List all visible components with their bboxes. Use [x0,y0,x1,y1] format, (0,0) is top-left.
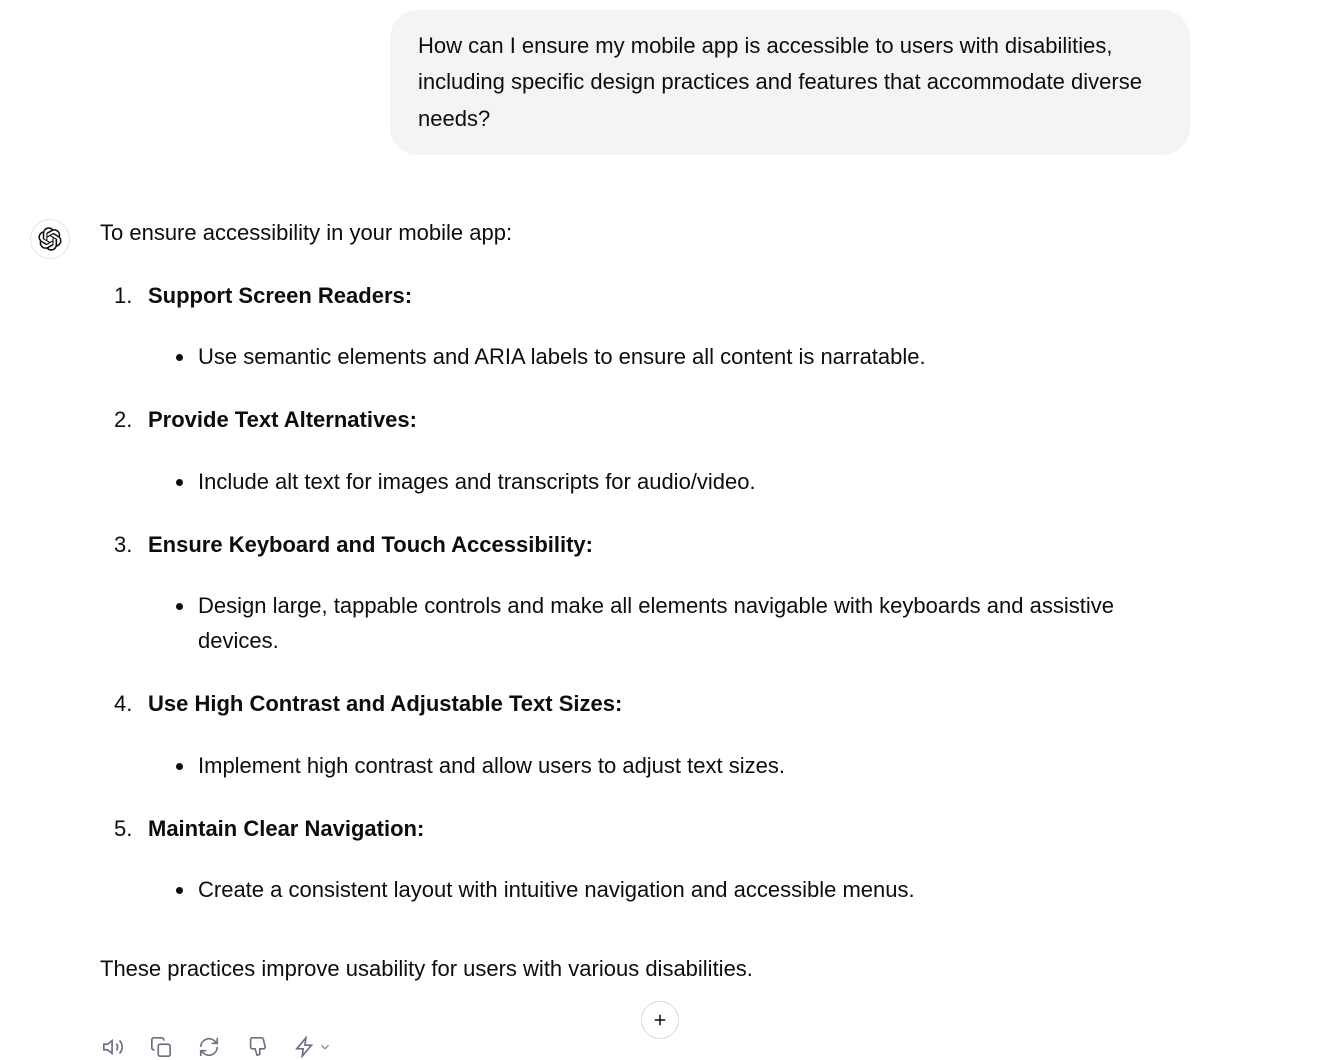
lightning-icon [294,1036,316,1058]
copy-icon [150,1036,172,1058]
model-switch-button[interactable] [292,1034,334,1060]
sub-list: Implement high contrast and allow users … [148,748,1190,783]
read-aloud-button[interactable] [100,1034,126,1060]
sub-list-item: Create a consistent layout with intuitiv… [196,872,1190,907]
assistant-avatar [30,219,70,259]
user-message-row: How can I ensure my mobile app is access… [30,10,1190,155]
assistant-closing-text: These practices improve usability for us… [100,951,1190,986]
sub-list-item: Implement high contrast and allow users … [196,748,1190,783]
sub-list: Include alt text for images and transcri… [148,464,1190,499]
attach-button[interactable] [641,1001,679,1039]
assistant-intro-text: To ensure accessibility in your mobile a… [100,215,1190,250]
user-message-bubble[interactable]: How can I ensure my mobile app is access… [390,10,1190,155]
thumbs-down-icon [246,1036,268,1058]
chatgpt-logo-icon [38,227,62,251]
list-item: Maintain Clear Navigation: Create a cons… [114,811,1190,907]
list-item: Provide Text Alternatives: Include alt t… [114,402,1190,498]
list-item-title: Use High Contrast and Adjustable Text Si… [148,691,622,716]
chevron-down-icon [318,1040,332,1054]
list-item-title: Provide Text Alternatives: [148,407,417,432]
copy-button[interactable] [148,1034,174,1060]
assistant-message-row: To ensure accessibility in your mobile a… [30,215,1190,1060]
refresh-icon [198,1036,220,1058]
speaker-icon [102,1036,124,1058]
sub-list-item: Design large, tappable controls and make… [196,588,1190,658]
sub-list-item: Use semantic elements and ARIA labels to… [196,339,1190,374]
sub-list: Use semantic elements and ARIA labels to… [148,339,1190,374]
sub-list-item: Include alt text for images and transcri… [196,464,1190,499]
accessibility-list: Support Screen Readers: Use semantic ele… [100,278,1190,907]
list-item-title: Maintain Clear Navigation: [148,816,424,841]
dislike-button[interactable] [244,1034,270,1060]
sub-list: Create a consistent layout with intuitiv… [148,872,1190,907]
plus-icon [651,1011,669,1029]
sub-list: Design large, tappable controls and make… [148,588,1190,658]
list-item-title: Support Screen Readers: [148,283,412,308]
composer-attach-area [641,1001,679,1039]
assistant-message-content: To ensure accessibility in your mobile a… [100,215,1190,1060]
list-item: Ensure Keyboard and Touch Accessibility:… [114,527,1190,659]
regenerate-button[interactable] [196,1034,222,1060]
list-item-title: Ensure Keyboard and Touch Accessibility: [148,532,593,557]
chat-container: How can I ensure my mobile app is access… [0,0,1240,1060]
list-item: Support Screen Readers: Use semantic ele… [114,278,1190,374]
list-item: Use High Contrast and Adjustable Text Si… [114,686,1190,782]
